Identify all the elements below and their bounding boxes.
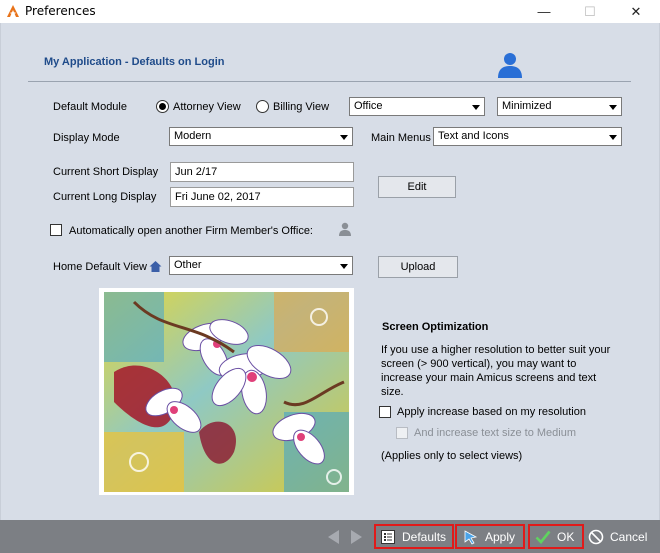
minimize-button[interactable]: — <box>521 0 567 23</box>
chevron-down-icon <box>609 105 617 110</box>
chevron-down-icon <box>340 264 348 269</box>
cancel-icon <box>588 529 604 545</box>
checkmark-icon <box>535 529 551 545</box>
previous-arrow-icon[interactable] <box>328 530 339 544</box>
display-mode-label: Display Mode <box>53 132 120 144</box>
chevron-down-icon <box>340 135 348 140</box>
auto-open-checkbox[interactable] <box>50 224 62 236</box>
main-menus-select[interactable]: Text and Icons <box>433 127 622 146</box>
display-mode-select[interactable]: Modern <box>169 127 353 146</box>
upload-button[interactable]: Upload <box>378 256 458 278</box>
main-menus-label: Main Menus <box>371 132 431 144</box>
user-icon <box>498 53 522 78</box>
ok-label: OK <box>557 529 575 544</box>
window-title: Preferences <box>25 4 96 18</box>
increase-text-label: And increase text size to Medium <box>414 427 577 439</box>
cursor-icon <box>463 529 479 545</box>
section-title: My Application - Defaults on Login <box>44 56 225 68</box>
chevron-down-icon <box>609 135 617 140</box>
title-bar: Preferences — ☐ ✕ <box>0 0 660 23</box>
home-icon <box>149 261 162 272</box>
auto-open-label[interactable]: Automatically open another Firm Member's… <box>69 225 313 237</box>
maximize-button[interactable]: ☐ <box>567 0 613 23</box>
long-display-value: Fri June 02, 2017 <box>175 191 261 203</box>
screen-optimization-description: If you use a higher resolution to better… <box>381 344 611 398</box>
app-logo-icon <box>7 5 19 17</box>
firm-member-icon[interactable] <box>337 221 353 237</box>
home-view-select[interactable]: Other <box>169 256 353 275</box>
default-module-label: Default Module <box>53 101 127 113</box>
billing-view-radio[interactable] <box>256 100 269 113</box>
attorney-view-label[interactable]: Attorney View <box>173 101 241 113</box>
defaults-label: Defaults <box>402 529 447 544</box>
next-arrow-icon[interactable] <box>351 530 362 544</box>
attorney-view-radio[interactable] <box>156 100 169 113</box>
home-view-label: Home Default View <box>53 261 147 273</box>
edit-button[interactable]: Edit <box>378 176 456 198</box>
flower-painting-image <box>104 292 349 492</box>
apply-label: Apply <box>485 529 516 544</box>
display-mode-select-value: Modern <box>174 130 212 142</box>
billing-view-label[interactable]: Billing View <box>273 101 329 113</box>
long-display-label: Current Long Display <box>53 191 157 203</box>
close-icon: ✕ <box>630 3 642 19</box>
office-select-value: Office <box>354 100 383 112</box>
window-state-select-value: Minimized <box>502 100 552 112</box>
window-state-select[interactable]: Minimized <box>497 97 622 116</box>
apply-increase-label[interactable]: Apply increase based on my resolution <box>397 406 586 418</box>
cancel-label: Cancel <box>610 529 648 544</box>
section-divider <box>28 81 631 82</box>
office-select[interactable]: Office <box>349 97 485 116</box>
long-display-field[interactable]: Fri June 02, 2017 <box>170 187 354 207</box>
screen-optimization-title: Screen Optimization <box>382 321 489 333</box>
bottom-toolbar: Defaults Apply OK Cancel <box>0 520 660 553</box>
main-menus-select-value: Text and Icons <box>438 130 509 142</box>
ok-button[interactable]: OK <box>528 524 584 549</box>
chevron-down-icon <box>472 105 480 110</box>
apply-button[interactable]: Apply <box>455 524 525 549</box>
increase-text-checkbox[interactable] <box>396 427 408 439</box>
apply-increase-checkbox[interactable] <box>379 406 391 418</box>
minimize-icon: — <box>537 4 551 19</box>
list-icon <box>380 529 396 545</box>
applies-note: (Applies only to select views) <box>381 450 523 462</box>
defaults-button[interactable]: Defaults <box>374 524 454 549</box>
maximize-icon: ☐ <box>584 3 596 19</box>
short-display-field[interactable]: Jun 2/17 <box>170 162 354 182</box>
close-button[interactable]: ✕ <box>613 0 659 23</box>
short-display-value: Jun 2/17 <box>175 166 218 178</box>
cancel-button[interactable]: Cancel <box>588 524 656 549</box>
home-image <box>99 288 354 495</box>
short-display-label: Current Short Display <box>53 166 159 178</box>
home-view-select-value: Other <box>174 259 202 271</box>
